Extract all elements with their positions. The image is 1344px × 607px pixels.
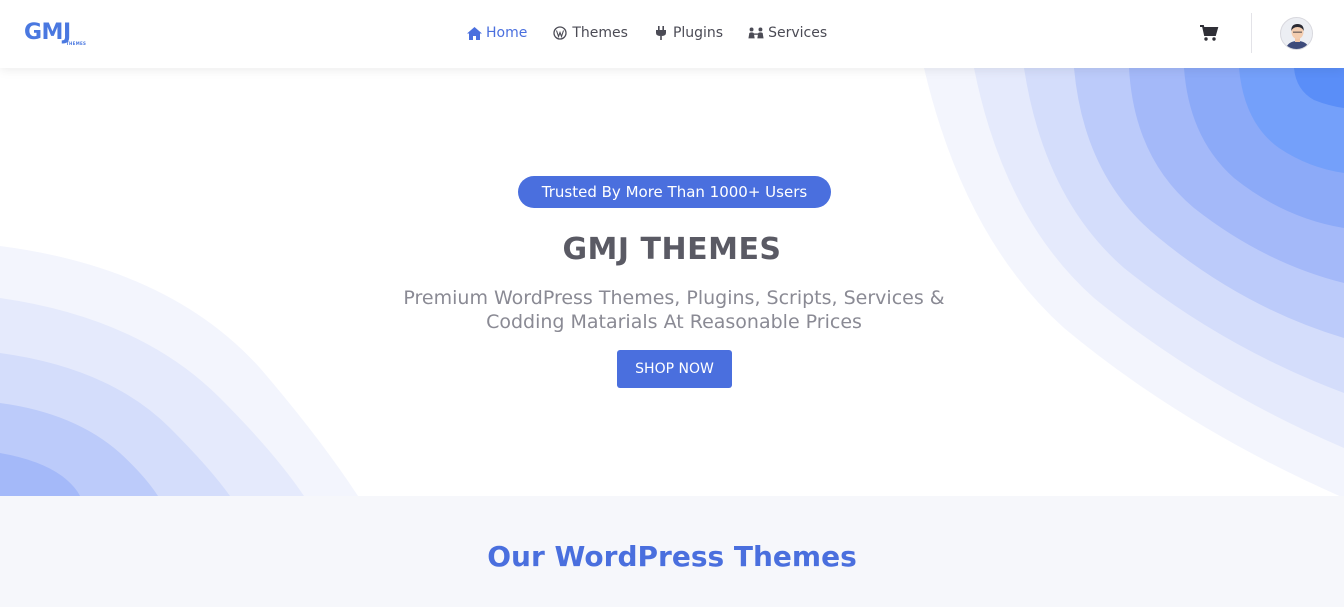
nav-item-services[interactable]: Services [748,25,827,41]
people-icon [748,26,764,40]
wordpress-icon [552,26,568,40]
hero-title: GMJ THEMES [562,232,782,267]
nav-item-plugins[interactable]: Plugins [653,25,723,41]
nav-label-themes: Themes [572,25,628,41]
cart-icon[interactable] [1199,24,1219,42]
header-divider [1251,13,1252,53]
shop-now-button[interactable]: SHOP NOW [617,350,732,388]
plug-icon [653,26,669,40]
trust-badge: Trusted By More Than 1000+ Users [518,176,831,208]
home-icon [466,26,482,40]
main-nav: Home Themes Plugins Services [466,22,852,44]
themes-section: Our WordPress Themes [0,496,1344,607]
nav-label-plugins: Plugins [672,25,724,41]
nav-label-home: Home [486,25,528,41]
top-navbar: GMJ THEMES Home Themes Plugins Services [0,0,1344,68]
site-logo[interactable]: GMJ THEMES [24,20,90,50]
hero-subtitle: Premium WordPress Themes, Plugins, Scrip… [403,287,945,333]
nav-item-themes[interactable]: Themes [552,25,628,41]
logo-subtext: THEMES [66,41,87,46]
hero-section: Trusted By More Than 1000+ Users GMJ THE… [0,68,1344,496]
user-avatar[interactable] [1280,17,1313,50]
section-title: Our WordPress Themes [487,540,857,573]
hero-content: Trusted By More Than 1000+ Users GMJ THE… [0,68,1344,496]
nav-item-home[interactable]: Home [466,25,527,41]
nav-label-services: Services [768,25,828,41]
